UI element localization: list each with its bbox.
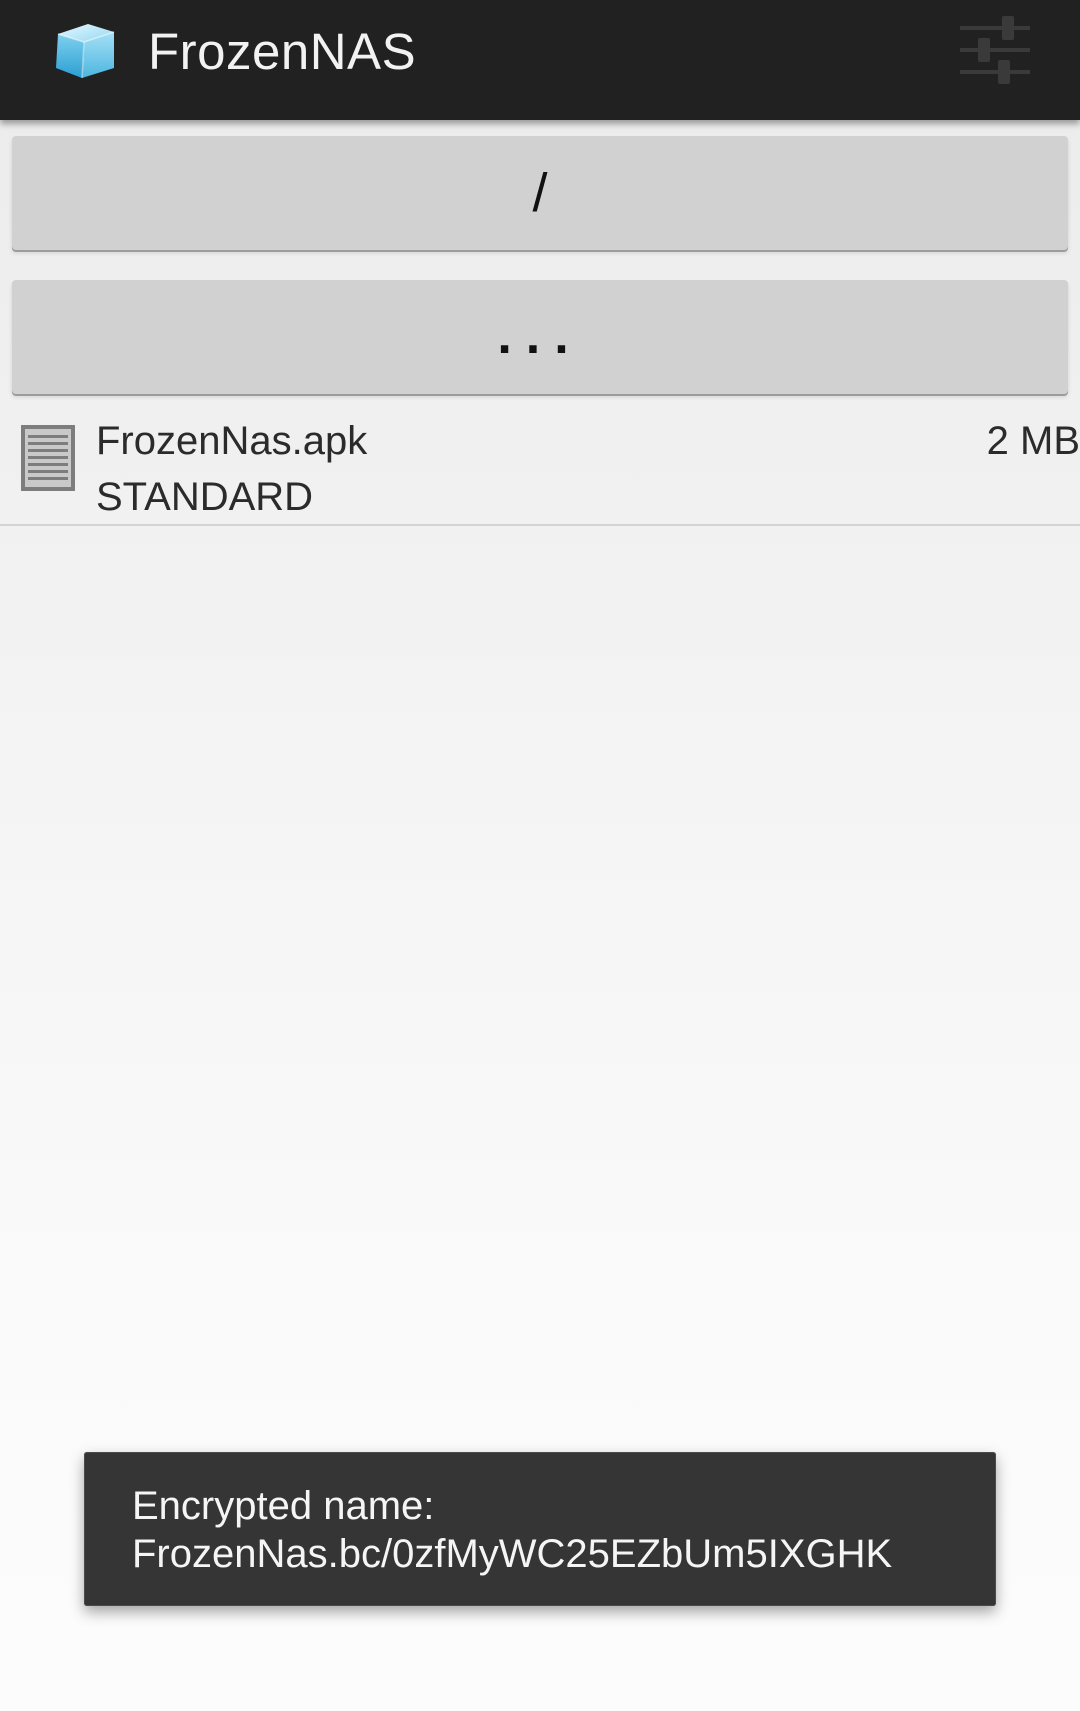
list-item[interactable]: FrozenNas.apk STANDARD 2 MB	[0, 412, 1080, 524]
document-icon	[20, 424, 76, 492]
app-title: FrozenNAS	[148, 23, 417, 80]
more-horizontal-icon: ...	[497, 307, 583, 365]
parent-directory-button[interactable]: ...	[12, 280, 1068, 394]
toast-encrypted-name: FrozenNas.bc/0zfMyWC25EZbUm5IXGHK	[132, 1532, 893, 1576]
toast-label: Encrypted name:	[132, 1484, 435, 1528]
file-storage-class: STANDARD	[96, 475, 314, 519]
file-size: 2 MB	[986, 419, 1080, 463]
list-divider	[0, 524, 1080, 526]
root-directory-button[interactable]: /	[12, 136, 1068, 250]
toast-message: Encrypted name: FrozenNas.bc/0zfMyWC25EZ…	[84, 1452, 996, 1606]
file-name: FrozenNas.apk	[96, 419, 368, 463]
sliders-icon[interactable]	[950, 10, 1040, 90]
action-bar: FrozenNAS	[0, 0, 1080, 120]
ice-cube-icon[interactable]	[48, 20, 124, 84]
